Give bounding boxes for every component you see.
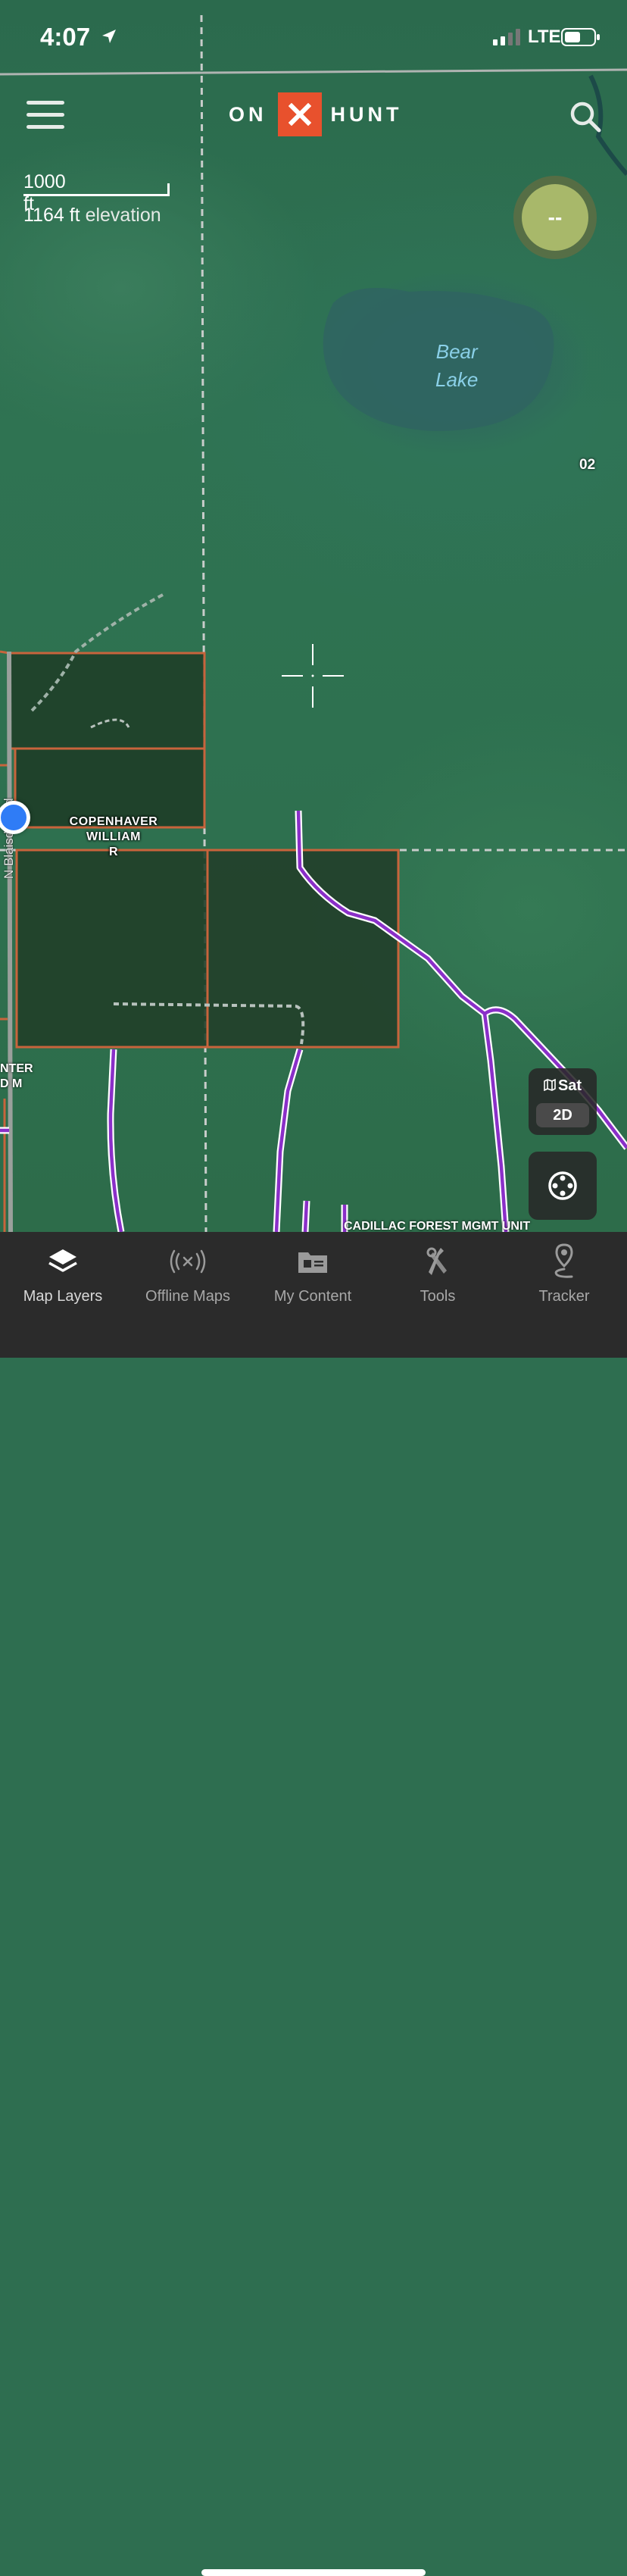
compass-button[interactable]: -- xyxy=(513,176,597,259)
forest-unit-label: CADILLAC FOREST MGMT UNIT xyxy=(344,1220,531,1232)
map-icon xyxy=(544,1078,556,1092)
bottom-tab-bar: Map Layers Offline Maps My Content Tools… xyxy=(0,1232,627,2576)
offline-signal-icon xyxy=(169,1243,207,1280)
tab-offline-maps[interactable]: Offline Maps xyxy=(125,1232,251,1323)
map-view-mode[interactable]: 2D xyxy=(536,1103,589,1127)
home-indicator[interactable] xyxy=(201,2569,426,2576)
map-style-layer: Sat xyxy=(529,1077,597,1095)
gps-locate-icon xyxy=(548,1171,577,1200)
parcel-owner-label-partial: NTER D M xyxy=(0,1062,33,1090)
parcel-owner-label[interactable]: COPENHAVER WILLIAM R xyxy=(61,814,167,860)
lake-label: Bear Lake xyxy=(435,340,479,391)
locate-me-button[interactable] xyxy=(529,1152,597,1220)
road-line xyxy=(7,651,13,1232)
map-style-toggle[interactable]: Sat 2D xyxy=(529,1068,597,1135)
tracker-pin-icon xyxy=(545,1243,583,1280)
tab-my-content[interactable]: My Content xyxy=(250,1232,376,1323)
elevation-readout: 1164 ft elevation xyxy=(23,205,161,227)
battery-icon xyxy=(561,28,600,46)
tools-icon xyxy=(419,1243,457,1280)
section-line xyxy=(200,14,207,1232)
crosshair-icon xyxy=(282,644,344,708)
compass-heading: -- xyxy=(522,184,588,251)
menu-icon[interactable] xyxy=(27,101,64,130)
onx-x-mark-icon xyxy=(277,92,322,136)
tab-tracker[interactable]: Tracker xyxy=(501,1232,627,1323)
elevation-value: 1164 ft xyxy=(23,205,80,226)
status-time: 4:07 xyxy=(40,23,91,51)
location-arrow-icon xyxy=(102,30,116,43)
road-number-badge: 02 xyxy=(579,457,596,473)
status-bar: 4:07 LTE xyxy=(0,0,627,73)
tab-tools[interactable]: Tools xyxy=(375,1232,501,1323)
tab-map-layers[interactable]: Map Layers xyxy=(0,1232,126,1323)
elevation-label: elevation xyxy=(85,205,161,226)
signal-strength-icon xyxy=(493,29,520,45)
layers-icon xyxy=(44,1243,82,1280)
scale-bar xyxy=(23,183,170,196)
onx-hunt-logo: ON HUNT xyxy=(229,92,403,137)
search-icon[interactable] xyxy=(569,101,601,133)
content-folder-icon xyxy=(294,1243,332,1280)
network-type: LTE xyxy=(528,27,561,47)
